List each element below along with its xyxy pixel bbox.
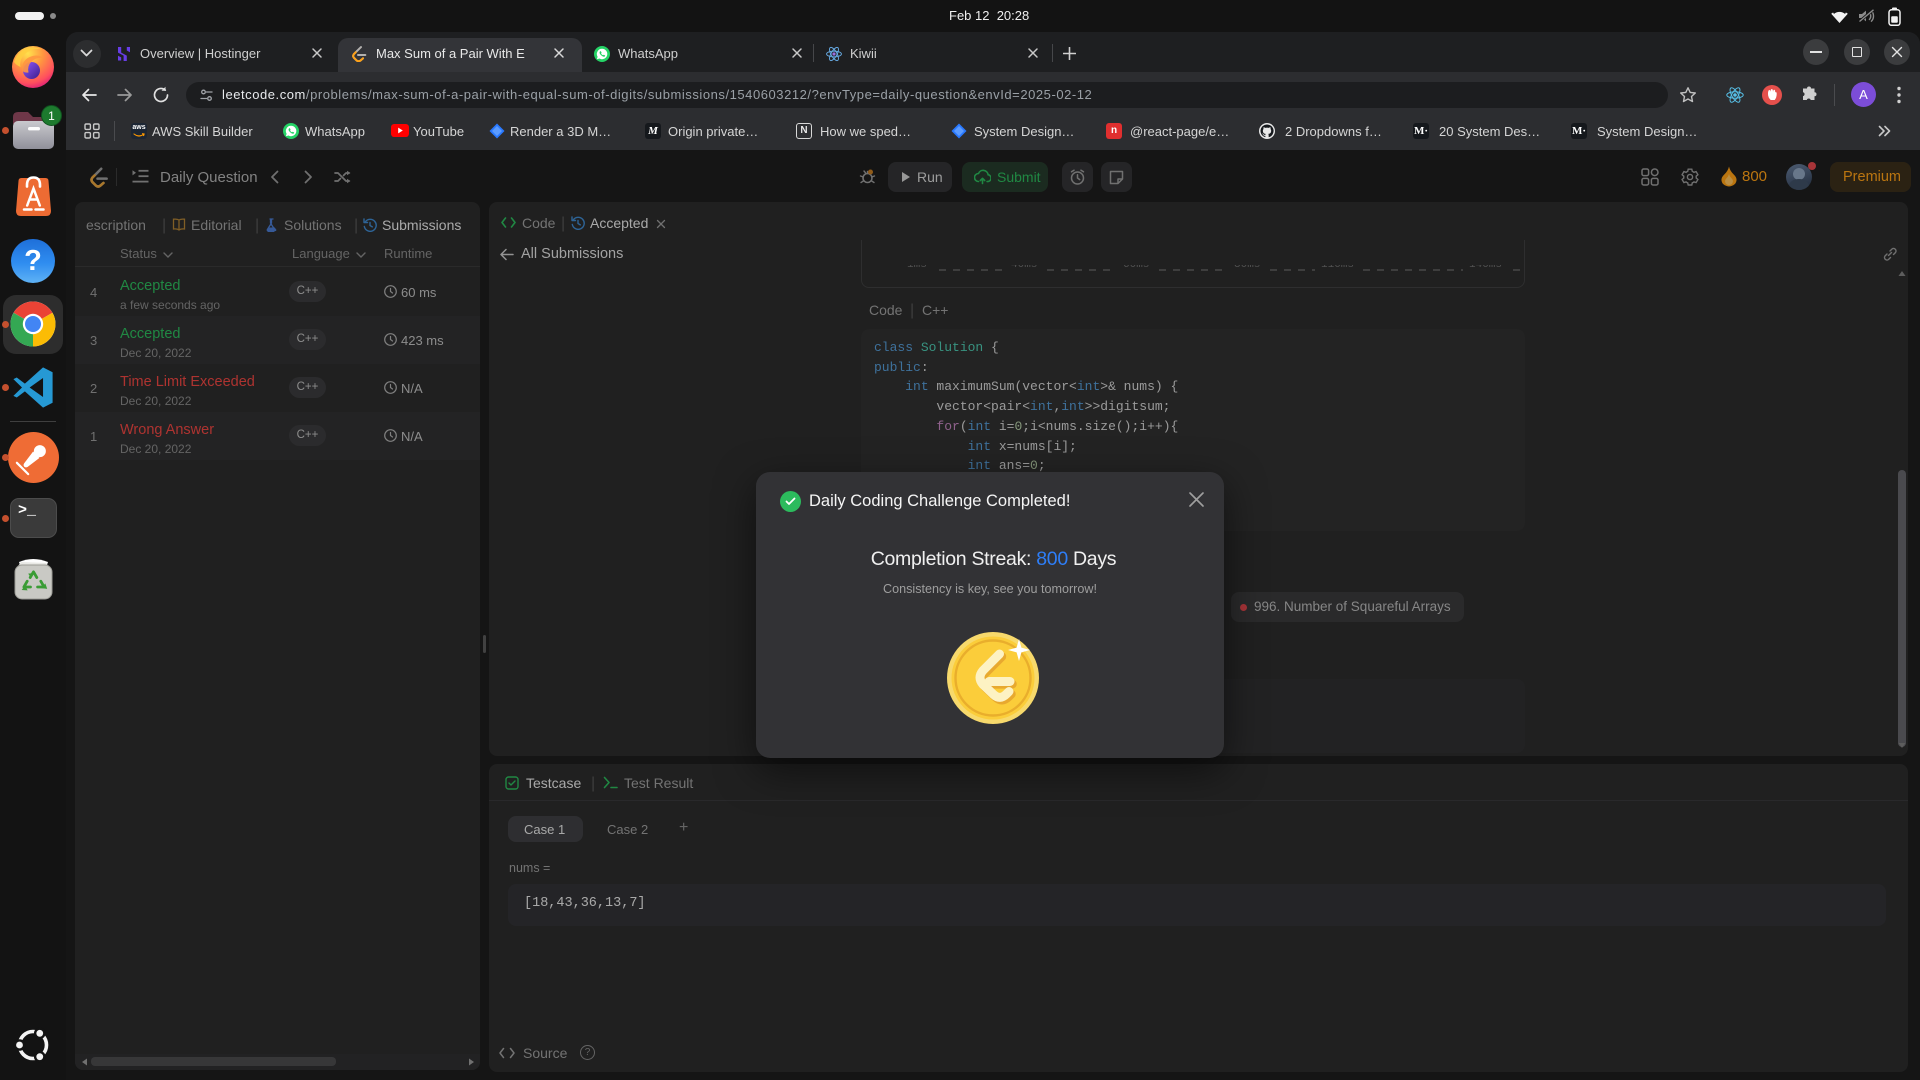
svg-text:?: ?: [24, 245, 42, 277]
